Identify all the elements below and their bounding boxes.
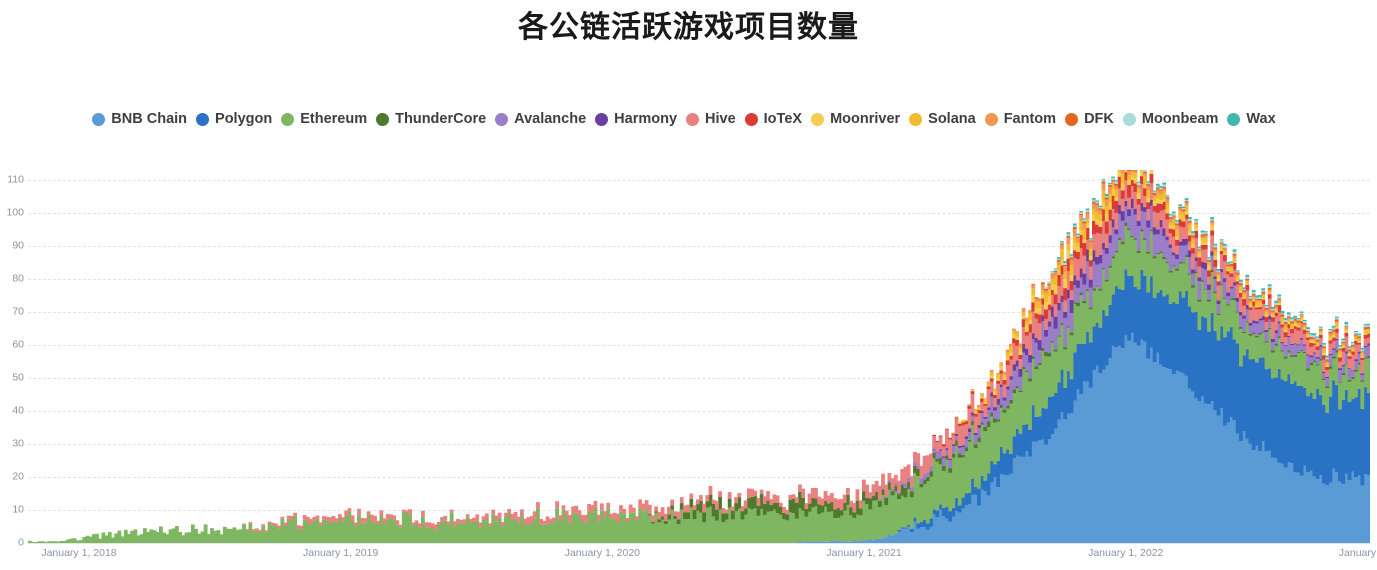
- x-axis-tick-label: January 1, 2022: [1088, 547, 1164, 559]
- y-axis-tick-label: 100: [6, 206, 24, 219]
- chart-legend: BNB Chain Polygon Ethereum ThunderCore Avala…: [0, 106, 1377, 132]
- legend-item-label: ThunderCore: [395, 111, 487, 127]
- legend-item-label: Fantom: [1003, 111, 1057, 127]
- legend-item-avalanche[interactable]: Avalanche: [495, 112, 586, 126]
- x-axis: January 1, 2018 January 1, 2019 January 1,…: [28, 546, 1377, 566]
- legend-item-label: Avalanche: [514, 111, 587, 127]
- legend-item-ethereum[interactable]: Ethereum: [281, 112, 367, 126]
- legend-item-label: IoTeX: [763, 111, 803, 127]
- legend-item-label: Polygon: [215, 111, 273, 127]
- legend-item-solana[interactable]: Solana: [909, 112, 976, 126]
- x-axis-tick-label: January 1, 2019: [303, 547, 379, 559]
- plot-area: [28, 170, 1370, 544]
- legend-item-iotex[interactable]: IoTeX: [744, 111, 803, 127]
- legend-item-harmony[interactable]: Harmony: [595, 112, 677, 126]
- legend-item-thundercore[interactable]: ThunderCore: [376, 112, 486, 126]
- legend-item-label: Moonriver: [830, 111, 901, 127]
- legend-item-bnb-chain[interactable]: BNB Chain: [92, 112, 187, 126]
- y-axis-tick-label: 70: [12, 305, 24, 318]
- y-axis-tick-label: 60: [12, 338, 24, 351]
- legend-swatch-icon: [376, 112, 390, 126]
- legend-swatch-icon: [595, 112, 609, 126]
- legend-item-label: Moonbeam: [1141, 111, 1219, 127]
- legend-swatch-icon: [495, 112, 509, 126]
- legend-item-moonbeam[interactable]: Moonbeam: [1122, 111, 1219, 127]
- y-axis-tick-label: 0: [18, 536, 24, 549]
- y-axis: 0 10 20 30 40 50 60 70 80 90 100 110: [0, 170, 24, 548]
- legend-item-wax[interactable]: Wax: [1227, 111, 1276, 127]
- legend-item-polygon[interactable]: Polygon: [196, 112, 272, 126]
- y-axis-tick-label: 20: [12, 470, 24, 483]
- y-axis-tick-label: 40: [12, 404, 24, 417]
- legend-swatch-icon: [811, 112, 825, 126]
- x-axis-tick-label: January 1, 2020: [564, 547, 641, 559]
- legend-swatch-icon: [1227, 112, 1241, 126]
- y-axis-tick-label: 110: [7, 173, 24, 186]
- gridline: [28, 543, 1370, 544]
- y-axis-tick-label: 30: [12, 437, 24, 450]
- legend-swatch-icon: [744, 112, 758, 126]
- y-axis-tick-label: 50: [12, 371, 24, 384]
- legend-swatch-icon: [1122, 112, 1136, 126]
- legend-swatch-icon: [909, 112, 923, 126]
- chart-title: 各公链活跃游戏项目数量: [518, 11, 859, 44]
- x-axis-tick-label: January 1, 2021: [826, 547, 902, 559]
- legend-swatch-icon: [984, 112, 998, 126]
- y-axis-tick-label: 90: [12, 239, 24, 252]
- legend-swatch-icon: [281, 112, 295, 126]
- legend-item-fantom[interactable]: Fantom: [984, 111, 1057, 127]
- legend-swatch-icon: [1065, 112, 1079, 126]
- chart-container: 各公链活跃游戏项目数量 BNB Chain Polygon Ethereum Thun…: [0, 0, 1377, 570]
- legend-item-dfk[interactable]: DFK: [1065, 112, 1114, 126]
- legend-swatch-icon: [686, 112, 700, 126]
- x-axis-tick-label: January 1,: [1338, 547, 1377, 559]
- y-axis-tick-label: 10: [12, 503, 24, 516]
- legend-item-label: Harmony: [614, 111, 678, 127]
- legend-item-moonriver[interactable]: Moonriver: [811, 112, 900, 126]
- legend-item-label: Hive: [705, 111, 736, 127]
- stacked-area-series: [28, 170, 1370, 543]
- legend-item-label: Ethereum: [300, 111, 368, 127]
- x-axis-tick-label: January 1, 2018: [41, 547, 117, 559]
- legend-item-label: Wax: [1246, 111, 1276, 127]
- y-axis-tick-label: 80: [12, 272, 24, 285]
- legend-item-label: Solana: [928, 111, 976, 127]
- legend-item-hive[interactable]: Hive: [686, 112, 736, 126]
- legend-swatch-icon: [196, 112, 210, 126]
- legend-item-label: DFK: [1084, 111, 1114, 127]
- legend-swatch-icon: [92, 112, 106, 126]
- legend-item-label: BNB Chain: [111, 111, 188, 127]
